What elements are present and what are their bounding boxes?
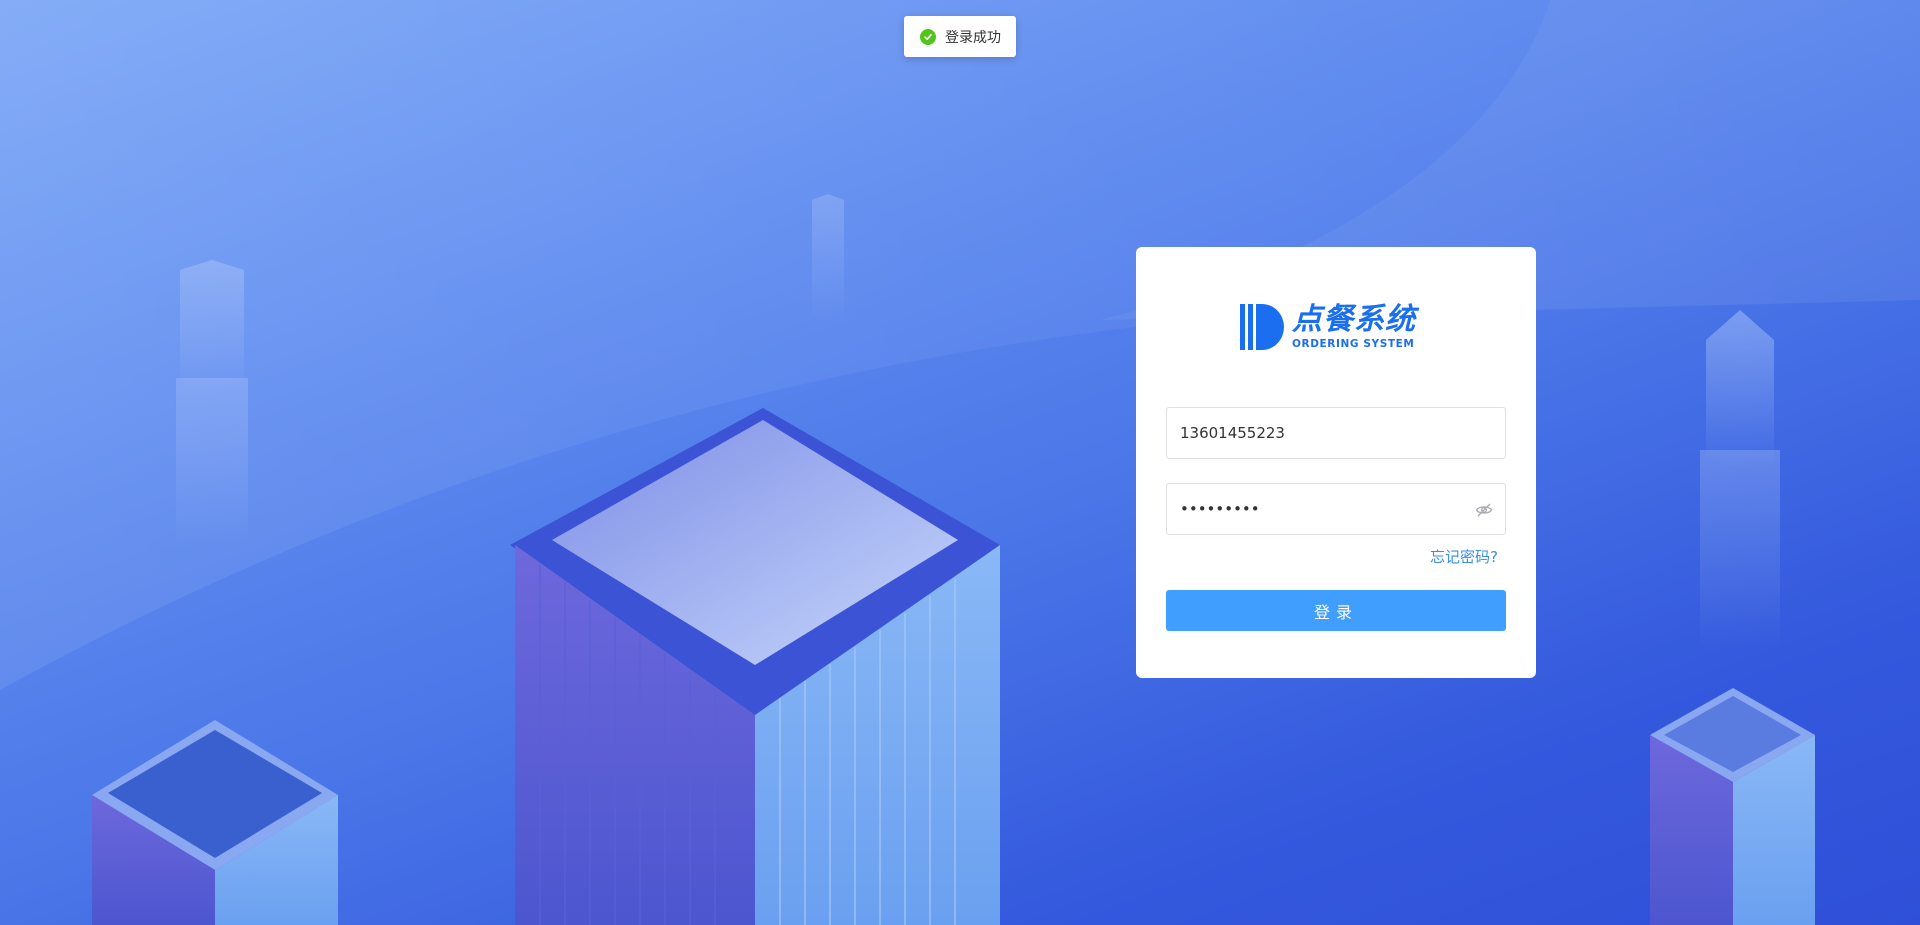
login-card: 点餐系统 ORDERING SYSTEM 忘记密码? 登录 xyxy=(1136,247,1536,678)
username-input[interactable] xyxy=(1178,408,1462,458)
city-buildings-illustration xyxy=(0,0,1920,925)
logo-subtitle: ORDERING SYSTEM xyxy=(1292,337,1415,350)
success-toast: 登录成功 xyxy=(904,16,1016,57)
eye-off-icon[interactable] xyxy=(1475,501,1493,519)
check-circle-icon xyxy=(920,28,936,45)
logo-title: 点餐系统 xyxy=(1292,301,1416,337)
app-logo: 点餐系统 ORDERING SYSTEM xyxy=(1240,302,1436,352)
login-button[interactable]: 登录 xyxy=(1166,590,1506,631)
logo-mark-icon xyxy=(1240,304,1284,350)
toast-message: 登录成功 xyxy=(945,29,1001,46)
username-field[interactable] xyxy=(1166,407,1506,459)
password-field[interactable] xyxy=(1166,483,1506,535)
background-illustration xyxy=(0,0,1920,925)
password-input[interactable] xyxy=(1178,484,1462,534)
forgot-password-link[interactable]: 忘记密码? xyxy=(1430,546,1498,567)
